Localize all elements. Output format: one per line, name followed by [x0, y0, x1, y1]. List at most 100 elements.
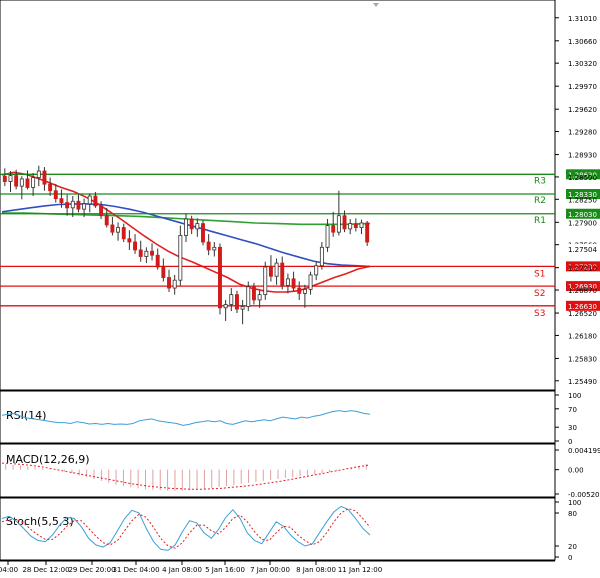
candle-up	[70, 200, 75, 209]
candle-down	[268, 266, 273, 277]
price-tick-label: 1.26870	[568, 287, 597, 295]
current-price-label: 1.27504	[568, 246, 597, 254]
candle-down	[48, 183, 53, 192]
stoch-pane: Stoch(5,5,3) 10080200	[0, 497, 581, 562]
candle-up	[172, 279, 177, 289]
price-tick-label: 1.28250	[568, 196, 597, 204]
price-tick-label: 1.29280	[568, 129, 597, 137]
candle-down	[42, 170, 47, 185]
time-tick-label: 8 Jan 08:00	[296, 566, 336, 574]
candle-down	[342, 215, 347, 230]
candle-up	[36, 170, 41, 178]
price-pane-border	[0, 0, 556, 391]
price-tick-label: 1.25830	[568, 355, 597, 363]
time-tick-label: 29 Dec 20:00	[68, 566, 115, 574]
time-tick-label: 5 Jan 16:00	[205, 566, 245, 574]
price-tick-label: 1.29970	[568, 83, 597, 91]
candle-up	[359, 222, 364, 228]
candle-down	[251, 286, 256, 301]
candle-down	[161, 266, 166, 278]
candle-down	[121, 227, 126, 240]
price-tick-label: 1.25490	[568, 378, 597, 386]
rsi-tick-label: 100	[568, 392, 581, 400]
candle-down	[127, 238, 132, 243]
price-axis: 1.31010 1.30660 1.30320 1.29970 1.29620 1.292…	[555, 15, 597, 386]
level-name-s1: S1	[534, 269, 545, 279]
candle-up	[348, 223, 353, 230]
price-tick-label: 1.26180	[568, 332, 597, 340]
macd-tick-label: 0.00	[568, 467, 584, 475]
candle-down	[53, 190, 58, 200]
candle-down	[280, 262, 285, 286]
candle-up	[240, 306, 245, 310]
rsi-tick-label: 70	[568, 406, 577, 414]
macd-axis: 0.004199 0.00 -0.005205	[555, 447, 600, 499]
candle-down	[150, 250, 154, 256]
candle-down	[110, 224, 115, 233]
price-tick-label: 1.30320	[568, 60, 597, 68]
candle-up	[302, 288, 307, 294]
candle-up	[116, 227, 121, 233]
time-tick-label: 7 Jan 00:00	[250, 566, 290, 574]
rsi-axis: 100 70 30 0	[555, 392, 581, 446]
candle-down	[234, 294, 239, 310]
candle-up	[314, 265, 319, 276]
forex-chart: R31.28630R21.28330R11.28030S11.27230S21.…	[0, 0, 600, 574]
candle-up	[8, 175, 13, 182]
candle-up	[229, 294, 234, 305]
stoch-tick-label: 0	[568, 554, 572, 562]
stoch-tick-label: 80	[568, 510, 577, 518]
candle-up	[144, 250, 149, 257]
level-value-label: 1.28030	[568, 211, 597, 219]
candle-down	[76, 200, 81, 210]
candle-down	[65, 202, 70, 209]
candle-down	[206, 241, 211, 251]
candle-up	[195, 223, 200, 230]
candle-up	[87, 195, 92, 205]
candle-down	[218, 246, 222, 309]
candle-down	[297, 287, 302, 294]
stoch-tick-label: 20	[568, 543, 577, 551]
rsi-tick-label: 30	[568, 424, 577, 432]
rsi-pane: RSI(14) 10070300	[0, 390, 581, 446]
current-price-marker: 1.27504	[566, 244, 600, 254]
candle-down	[25, 178, 30, 188]
candle-down	[133, 241, 138, 251]
rsi-pane-border	[0, 390, 556, 444]
candle-down	[365, 222, 370, 243]
time-axis: 04:00 28 Dec 12:0029 Dec 20:0031 Dec 04:0…	[0, 560, 555, 574]
price-tick-label: 1.31010	[568, 15, 597, 23]
price-tick-label: 1.27210	[568, 265, 597, 273]
price-tick-label: 1.28930	[568, 152, 597, 160]
candle-down	[59, 198, 64, 203]
candle-up	[257, 294, 262, 301]
candle-up	[285, 278, 290, 286]
candle-up	[336, 215, 341, 233]
price-tick-label: 1.26520	[568, 310, 597, 318]
candle-down	[14, 175, 19, 187]
price-tick-label: 1.27900	[568, 219, 597, 227]
stoch-tick-label: 100	[568, 499, 581, 507]
level-name-r1: R1	[534, 216, 546, 226]
candle-up	[246, 286, 251, 307]
time-tick-label: 4 Jan 08:00	[162, 566, 202, 574]
rsi-tick-label: 0	[568, 438, 572, 446]
candle-down	[2, 175, 7, 182]
candle-down	[331, 225, 336, 233]
price-pane: R31.28630R21.28330R11.28030S11.27230S21.…	[0, 0, 600, 391]
time-tick-label: 31 Dec 04:00	[112, 566, 159, 574]
price-tick-label: 1.28590	[568, 174, 597, 182]
candle-up	[274, 262, 279, 277]
candle-up	[325, 225, 330, 248]
candle-down	[291, 278, 296, 289]
candle-up	[178, 235, 183, 281]
time-tick-label: 28 Dec 12:00	[22, 566, 69, 574]
candle-down	[104, 215, 109, 226]
candle-down	[155, 254, 160, 268]
candle-down	[138, 249, 143, 257]
price-tick-label: 1.30660	[568, 38, 597, 46]
candle-down	[167, 277, 171, 289]
candle-up	[184, 218, 188, 236]
level-name-s3: S3	[534, 309, 545, 319]
macd-tick-label: 0.004199	[568, 447, 600, 455]
